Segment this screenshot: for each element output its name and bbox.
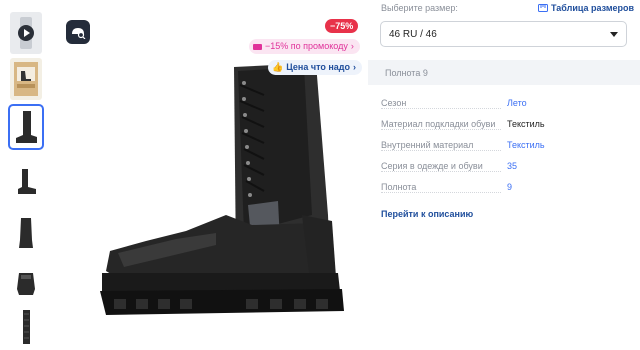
chevron-right-icon: › — [353, 62, 357, 72]
spec-value[interactable]: Текстиль — [507, 140, 545, 150]
spec-key: Серия в одежде и обуви — [381, 161, 483, 171]
chevron-right-icon: › — [350, 41, 354, 51]
spec-row-series: Серия в одежде и обуви 35 — [381, 161, 631, 173]
divider — [381, 171, 501, 172]
boot-image — [18, 169, 36, 194]
divider — [381, 129, 501, 130]
size-select[interactable]: 46 RU / 46 — [380, 21, 627, 47]
similar-search-button[interactable] — [66, 20, 90, 44]
spec-row-fullness: Полнота 9 — [381, 182, 631, 194]
coupon-icon — [253, 43, 262, 50]
promo-badge[interactable]: −15% по промокоду › — [249, 39, 360, 54]
thumb-video[interactable] — [10, 12, 42, 54]
thumb-boot-front[interactable] — [10, 211, 42, 253]
thumb-boot-side[interactable] — [10, 160, 42, 202]
thumb-boot-side-selected[interactable] — [8, 104, 44, 150]
boot-image — [16, 111, 37, 143]
spec-key: Внутренний материал — [381, 140, 474, 150]
thumbs-up-icon: 👍 — [272, 62, 284, 72]
promo-label: −15% по промокоду — [265, 41, 348, 51]
divider — [381, 150, 501, 151]
similar-search-icon — [72, 28, 86, 39]
fullness-box: Полнота 9 — [368, 60, 640, 85]
spec-value[interactable]: 9 — [507, 182, 512, 192]
spec-value: Текстиль — [507, 119, 545, 129]
boot-image — [18, 17, 34, 49]
boot-image — [17, 273, 35, 295]
spec-value[interactable]: 35 — [507, 161, 517, 171]
package-image — [14, 62, 38, 96]
spec-key: Полнота — [381, 182, 417, 192]
size-label: Выберите размер: — [381, 3, 458, 13]
spec-row-lining: Материал подкладки обуви Текстиль — [381, 119, 631, 131]
divider — [381, 108, 501, 109]
price-badge[interactable]: 👍 Цена что надо › — [268, 60, 363, 75]
boot-image — [23, 310, 30, 344]
goto-description-link[interactable]: Перейти к описанию — [381, 209, 473, 219]
thumb-package[interactable] — [10, 58, 42, 100]
spec-row-inner-material: Внутренний материал Текстиль — [381, 140, 631, 152]
discount-badge: −75% — [325, 19, 359, 33]
size-table-link[interactable]: Таблица размеров — [538, 3, 634, 13]
price-badge-label: Цена что надо — [286, 62, 351, 72]
spec-key: Сезон — [381, 98, 407, 108]
divider — [381, 192, 501, 193]
boot-image — [19, 218, 33, 248]
size-table-label: Таблица размеров — [551, 3, 635, 13]
ruler-icon — [538, 4, 548, 12]
spec-value[interactable]: Лето — [507, 98, 527, 108]
caret-down-icon — [610, 31, 618, 37]
thumb-boot-sole[interactable] — [10, 308, 42, 350]
spec-row-season: Сезон Лето — [381, 98, 631, 110]
size-selected-value: 46 RU / 46 — [389, 28, 437, 40]
thumb-boot-back[interactable] — [10, 262, 42, 304]
spec-key: Материал подкладки обуви — [381, 119, 496, 129]
